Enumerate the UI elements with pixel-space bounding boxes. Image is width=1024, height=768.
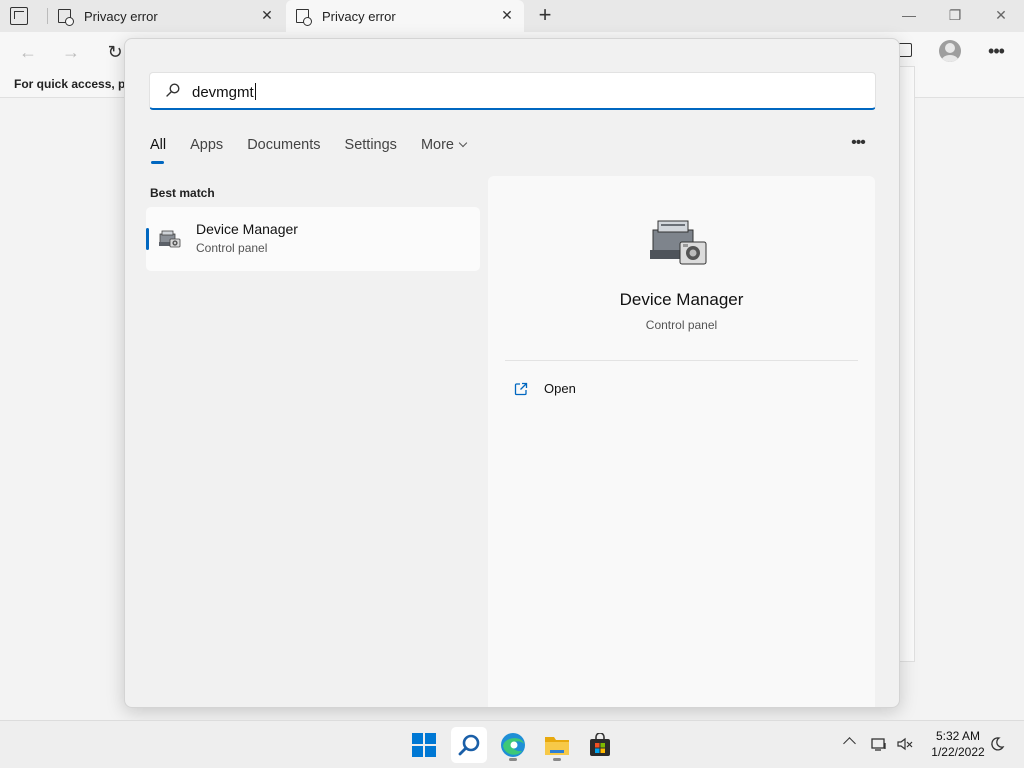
close-icon[interactable]: ✕ <box>498 6 516 24</box>
result-subtitle: Control panel <box>196 241 268 255</box>
filter-tab-more[interactable]: More <box>420 137 468 161</box>
volume-muted-icon[interactable] <box>897 736 913 752</box>
clock-time: 5:32 AM <box>935 729 981 743</box>
back-icon[interactable]: ← <box>17 41 39 63</box>
open-external-icon <box>514 382 528 395</box>
system-clock[interactable]: 5:32 AM 1/22/2022 <box>918 728 998 760</box>
forward-icon[interactable]: → <box>60 41 82 63</box>
best-match-heading: Best match <box>150 186 215 200</box>
result-detail-pane: Device Manager Control panel Open <box>488 176 875 707</box>
store-icon <box>590 733 610 756</box>
restore-icon[interactable]: ❐ <box>944 5 966 25</box>
tab-title: Privacy error <box>322 9 396 24</box>
close-icon[interactable]: ✕ <box>258 6 276 24</box>
tab-actions-icon[interactable] <box>10 7 28 25</box>
start-icon <box>412 733 436 757</box>
profile-avatar[interactable] <box>939 40 961 62</box>
browser-tab-active[interactable]: Privacy error ✕ <box>286 0 524 32</box>
browser-tab-bar: Privacy error ✕ Privacy error ✕ + — ❐ ✕ <box>0 0 1024 32</box>
window-close-icon[interactable]: ✕ <box>990 5 1012 25</box>
more-options-icon[interactable]: ••• <box>984 40 1008 62</box>
privacy-error-icon <box>296 9 312 26</box>
open-action[interactable]: Open <box>514 381 576 396</box>
filter-tab-apps[interactable]: Apps <box>190 137 223 161</box>
divider <box>505 360 858 361</box>
filter-tab-more-label: More <box>420 137 454 153</box>
device-manager-icon <box>159 230 181 248</box>
chevron-down-icon <box>458 138 468 148</box>
filter-tab-settings[interactable]: Settings <box>345 137 397 161</box>
detail-title: Device Manager <box>619 290 744 309</box>
running-indicator <box>553 758 561 761</box>
privacy-error-icon <box>58 9 74 26</box>
filter-tab-all[interactable]: All <box>150 137 166 164</box>
focus-assist-moon-icon[interactable] <box>989 736 1005 752</box>
network-icon[interactable] <box>871 736 887 752</box>
detail-subtitle: Control panel <box>645 318 718 332</box>
file-explorer-taskbar-button[interactable] <box>539 727 575 763</box>
search-filter-tabs: All Apps Documents Settings More <box>150 137 490 164</box>
search-icon <box>458 734 480 756</box>
selection-indicator <box>146 228 149 250</box>
edge-icon <box>501 733 525 757</box>
new-tab-icon[interactable]: + <box>534 4 556 26</box>
store-taskbar-button[interactable] <box>582 727 618 763</box>
edge-taskbar-button[interactable] <box>495 727 531 763</box>
reload-icon[interactable]: ↻ <box>104 41 126 63</box>
text-caret <box>254 83 256 100</box>
favorites-bar-hint: For quick access, pla <box>14 77 136 91</box>
result-title: Device Manager <box>196 221 298 237</box>
search-icon <box>166 83 180 97</box>
device-manager-icon <box>650 220 707 265</box>
clock-date: 1/22/2022 <box>931 745 985 759</box>
taskbar-search-button[interactable] <box>451 727 487 763</box>
search-query: devmgmt <box>192 84 254 101</box>
minimize-icon[interactable]: — <box>898 5 920 25</box>
search-flyout: devmgmt All Apps Documents Settings More… <box>124 38 900 708</box>
best-match-result[interactable]: Device Manager Control panel <box>146 207 480 271</box>
open-action-label: Open <box>544 381 576 396</box>
search-input[interactable]: devmgmt <box>149 72 876 110</box>
filter-tab-documents[interactable]: Documents <box>247 137 320 161</box>
running-indicator <box>509 758 517 761</box>
browser-tab[interactable]: Privacy error ✕ <box>48 0 284 32</box>
tab-title: Privacy error <box>84 9 158 24</box>
collections-icon[interactable] <box>898 43 912 57</box>
file-explorer-icon <box>545 737 569 755</box>
more-options-icon[interactable]: ••• <box>847 132 869 154</box>
start-button[interactable] <box>406 727 442 763</box>
